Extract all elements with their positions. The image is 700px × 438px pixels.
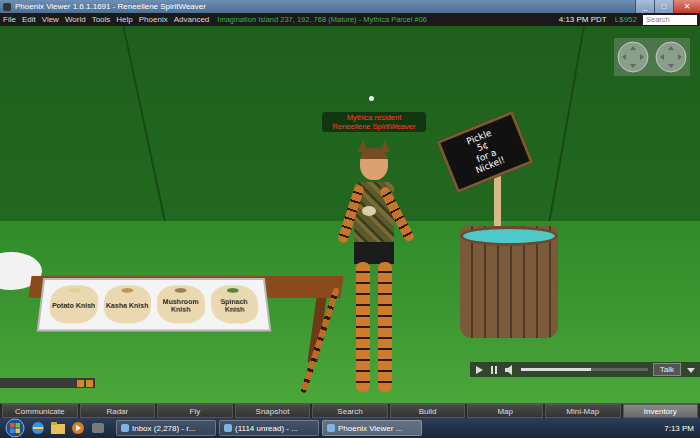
toolbar-button[interactable]: Inventory [623, 404, 699, 418]
close-button[interactable]: ✕ [673, 0, 700, 13]
app-icon [3, 3, 11, 11]
window-controls: _□✕ [635, 0, 700, 13]
menu-item[interactable]: Edit [22, 15, 36, 24]
title-bar: Phoenix Viewer 1.6.1.1691 - Reneellene S… [0, 0, 700, 13]
location-text[interactable]: Imagination Island 237, 192, 768 (Mature… [217, 15, 427, 24]
balance-text[interactable]: L$952 [615, 15, 637, 24]
clock-text: 4:13 PM PDT [559, 15, 607, 24]
menu-item[interactable]: Advanced [174, 15, 210, 24]
camera-controls[interactable] [614, 38, 690, 76]
task-button[interactable]: (1114 unread) - ... [219, 420, 319, 436]
toolbar-button[interactable]: Mini-Map [545, 404, 621, 418]
toolbar-button[interactable]: Search [312, 404, 388, 418]
beacon-dot [369, 96, 374, 101]
bottom-toolbar: CommunicateRadarFlySnapshotSearchBuildMa… [0, 403, 700, 418]
menu-item[interactable]: Help [116, 15, 132, 24]
pause-icon[interactable] [489, 365, 499, 375]
volume-slider[interactable] [521, 368, 648, 371]
knish[interactable]: Potato Knish [48, 285, 99, 323]
media-player-icon[interactable] [70, 421, 86, 435]
start-icon[interactable] [4, 418, 26, 438]
toolbar-button[interactable]: Build [390, 404, 466, 418]
menu-bar: File Edit View World Tools Help Phoenix Advance… [0, 13, 700, 26]
window-title: Phoenix Viewer 1.6.1.1691 - Reneellene S… [15, 2, 206, 11]
menu-item[interactable]: View [42, 15, 59, 24]
knish[interactable]: Kasha Knish [102, 285, 151, 323]
avatar-name-tag: Mythica residentReneellene SpiritWeaver [322, 112, 426, 132]
speaker-icon[interactable] [504, 365, 516, 375]
media-bar: Talk [470, 362, 700, 377]
minimize-button[interactable]: _ [635, 0, 654, 13]
toolbar-button[interactable]: Snapshot [235, 404, 311, 418]
orbit-icon[interactable] [616, 40, 650, 74]
taskbar: Inbox (2,278) - r...(1114 unread) - ...P… [0, 418, 700, 438]
pickle-barrel[interactable] [460, 226, 558, 338]
task-list: Inbox (2,278) - r...(1114 unread) - ...P… [116, 420, 422, 436]
pickle-sign: Pickle5¢for aNickel! [436, 111, 533, 194]
folder-icon[interactable] [50, 421, 66, 435]
viewer-window: Phoenix Viewer 1.6.1.1691 - Reneellene S… [0, 0, 700, 438]
pan-icon[interactable] [654, 40, 688, 74]
menu-list: File Edit View World Tools Help Phoenix Advance… [3, 15, 209, 24]
knish-tray: Potato KnishKasha KnishMushroom KnishSpi… [37, 278, 272, 331]
task-button[interactable]: Phoenix Viewer ... [322, 420, 422, 436]
knish[interactable]: Spinach Knish [209, 285, 260, 323]
play-icon[interactable] [474, 365, 484, 375]
knish[interactable]: Mushroom Knish [157, 285, 206, 323]
ie-icon[interactable] [30, 421, 46, 435]
task-button[interactable]: Inbox (2,278) - r... [116, 420, 216, 436]
chat-bar[interactable] [0, 378, 95, 388]
menu-item[interactable]: File [3, 15, 16, 24]
talk-button[interactable]: Talk [653, 363, 681, 376]
app-icon[interactable] [90, 421, 106, 435]
taskbar-clock: 7:13 PM [664, 424, 694, 433]
menu-item[interactable]: Phoenix [139, 15, 168, 24]
arrow-icon[interactable] [686, 365, 696, 375]
world-view[interactable]: Mythica residentReneellene SpiritWeaver P… [0, 26, 700, 403]
toolbar-button[interactable]: Map [467, 404, 543, 418]
menu-item[interactable]: World [65, 15, 86, 24]
toolbar-button[interactable]: Fly [157, 404, 233, 418]
avatar[interactable] [340, 138, 410, 398]
maximize-button[interactable]: □ [654, 0, 673, 13]
search-field[interactable]: Search [643, 15, 697, 25]
toolbar-button[interactable]: Radar [80, 404, 156, 418]
menu-item[interactable]: Tools [92, 15, 111, 24]
toolbar-button[interactable]: Communicate [2, 404, 78, 418]
